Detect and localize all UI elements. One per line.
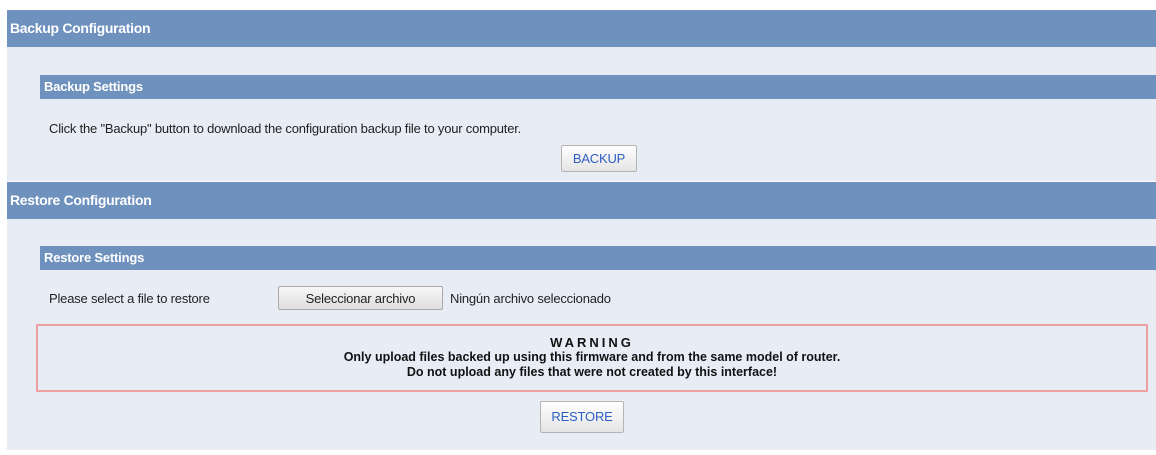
config-page: Backup Configuration Backup Settings Cli…: [0, 0, 1156, 455]
backup-configuration-panel: Backup Configuration Backup Settings Cli…: [7, 10, 1156, 181]
warning-box: WARNING Only upload files backed up usin…: [36, 324, 1148, 392]
file-status-text: Ningún archivo seleccionado: [450, 291, 611, 306]
restore-file-label: Please select a file to restore: [49, 291, 210, 306]
warning-title: WARNING: [550, 335, 634, 350]
backup-button[interactable]: BACKUP: [561, 145, 637, 172]
select-file-button[interactable]: Seleccionar archivo: [278, 286, 443, 310]
backup-configuration-header: Backup Configuration: [7, 10, 1156, 47]
restore-configuration-panel: Restore Configuration Restore Settings P…: [7, 182, 1156, 450]
backup-settings-header: Backup Settings: [40, 75, 1156, 99]
warning-line-1: Only upload files backed up using this f…: [343, 350, 841, 364]
warning-line-2: Do not upload any files that were not cr…: [406, 365, 778, 379]
restore-configuration-header: Restore Configuration: [7, 182, 1156, 219]
restore-button[interactable]: RESTORE: [540, 401, 624, 433]
restore-settings-header: Restore Settings: [40, 246, 1156, 270]
backup-description: Click the "Backup" button to download th…: [49, 121, 522, 136]
